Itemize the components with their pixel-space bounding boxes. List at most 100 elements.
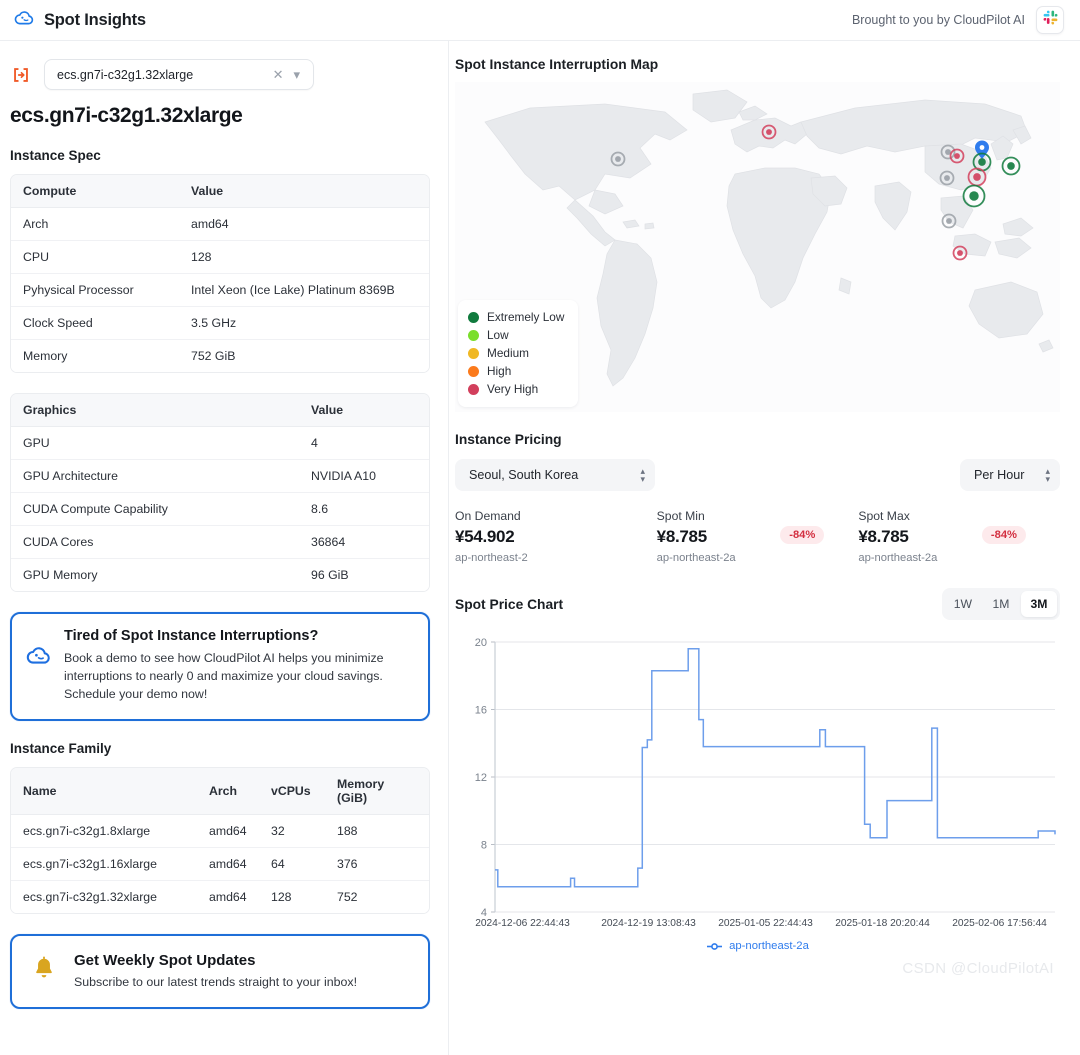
- table-row: GPU 4: [11, 427, 429, 460]
- col-graphics: Graphics: [11, 394, 299, 427]
- price-zone: ap-northeast-2: [455, 552, 528, 564]
- slack-button[interactable]: [1036, 6, 1064, 34]
- region-select-value: Seoul, South Korea: [469, 468, 579, 482]
- unit-select-value: Per Hour: [974, 468, 1025, 482]
- instance-spec-heading: Instance Spec: [10, 148, 101, 163]
- family-memory: 752: [325, 880, 429, 913]
- spec-key: Pyhysical Processor: [11, 274, 179, 307]
- chart-ytick-label: 8: [481, 840, 487, 852]
- brought-by-label: Brought to you by CloudPilot AI: [851, 13, 1025, 27]
- app-title: Spot Insights: [44, 10, 146, 29]
- spec-key: Memory: [11, 340, 179, 372]
- book-demo-banner[interactable]: Tired of Spot Instance Interruptions? Bo…: [10, 612, 430, 721]
- gfx-key: GPU Architecture: [11, 460, 299, 493]
- family-name-link[interactable]: ecs.gn7i-c32g1.8xlarge: [11, 814, 197, 848]
- family-memory: 376: [325, 847, 429, 881]
- gfx-key: CUDA Cores: [11, 526, 299, 559]
- spec-value: amd64: [179, 208, 429, 241]
- family-name-link[interactable]: ecs.gn7i-c32g1.32xlarge: [11, 880, 197, 913]
- map-marker-eu-central[interactable]: [766, 129, 772, 135]
- range-1w[interactable]: 1W: [945, 591, 981, 617]
- legend-item: Extremely Low: [468, 308, 564, 326]
- left-panel: ecs.gn7i-c32g1.32xlarge ✕ ▾ ecs.gn7i-c32…: [0, 41, 449, 1055]
- instance-family-heading: Instance Family: [10, 740, 112, 756]
- book-demo-title: Tired of Spot Instance Interruptions?: [64, 628, 319, 644]
- gfx-value: 36864: [299, 526, 429, 559]
- instance-type-combobox[interactable]: ecs.gn7i-c32g1.32xlarge ✕ ▾: [44, 59, 314, 90]
- price-label: Spot Max: [858, 509, 910, 523]
- xtick-label: 2025-01-05 22:44:43: [718, 918, 813, 929]
- legend-item: Very High: [468, 380, 564, 398]
- col-memory: Memory (GiB): [325, 767, 429, 815]
- spec-value: 3.5 GHz: [179, 307, 429, 340]
- chevron-down-icon[interactable]: ▾: [288, 67, 305, 83]
- slack-icon: [1043, 10, 1058, 30]
- range-3m[interactable]: 3M: [1021, 591, 1057, 617]
- map-marker-ap-south-gray[interactable]: [946, 218, 952, 224]
- map-marker-ap-southeast-1[interactable]: [957, 250, 963, 256]
- family-name-link[interactable]: ecs.gn7i-c32g1.16xlarge: [11, 847, 197, 881]
- price-cell-spot-min: Spot Min ¥8.785 ap-northeast-2a -84%: [657, 509, 859, 564]
- table-row: Arch amd64: [11, 208, 429, 241]
- map-marker-us-east[interactable]: [615, 156, 621, 162]
- discount-badge: -84%: [981, 526, 1027, 544]
- legend-label: Extremely Low: [487, 310, 565, 324]
- col-value: Value: [179, 175, 429, 208]
- table-row: CUDA Cores 36864: [11, 526, 429, 559]
- spot-price-chart[interactable]: 4 8 12 16 20 2024-12-06 22:44:43 2024-12-19 …: [455, 632, 1060, 977]
- interruption-map[interactable]: Extremely Low Low Medium High Very High: [455, 82, 1060, 412]
- map-marker-cn-central-gray[interactable]: [944, 175, 950, 181]
- watermark: CSDN @CloudPilotAI: [902, 960, 1054, 977]
- price-cell-spot-max: Spot Max ¥8.785 ap-northeast-2a -84%: [858, 509, 1060, 564]
- col-compute: Compute: [11, 175, 179, 208]
- code-brackets-icon: [10, 64, 32, 86]
- table-header-row: Name Arch vCPUs Memory (GiB): [11, 767, 429, 815]
- gfx-key: GPU Memory: [11, 559, 299, 591]
- map-marker-ap-northeast-1[interactable]: [1007, 162, 1015, 170]
- col-name: Name: [11, 767, 197, 815]
- unit-select[interactable]: Per Hour ▴ ▾: [960, 459, 1060, 491]
- price-zone: ap-northeast-2a: [858, 552, 938, 564]
- map-marker-ap-southeast-green[interactable]: [969, 191, 979, 201]
- table-row: ecs.gn7i-c32g1.8xlarge amd64 32 188: [11, 814, 429, 848]
- chart-legend-label: ap-northeast-2a: [729, 940, 809, 952]
- newsletter-body: Subscribe to our latest trends straight …: [74, 974, 358, 989]
- right-panel: Spot Instance Interruption Map Extremely…: [449, 41, 1080, 1055]
- chart-xaxis-labels: 2024-12-06 22:44:43 2024-12-19 13:08:43 …: [455, 918, 1060, 929]
- range-1m[interactable]: 1M: [983, 591, 1019, 617]
- chart-line-ap-northeast-2a: [495, 648, 1056, 888]
- legend-label: Low: [487, 328, 509, 342]
- legend-dot-medium: [468, 347, 479, 359]
- newsletter-title: Get Weekly Spot Updates: [74, 951, 256, 969]
- map-marker-ap-northeast-2a[interactable]: [978, 158, 986, 166]
- cloudpilot-cloud-icon: [26, 642, 52, 673]
- header-right: Brought to you by CloudPilot AI: [852, 6, 1064, 34]
- xtick-label: 2025-01-18 20:20:44: [835, 918, 930, 929]
- legend-item: Medium: [468, 344, 564, 362]
- legend-label: High: [487, 364, 512, 378]
- map-marker-cn-east-red[interactable]: [973, 173, 981, 181]
- price-cell-on-demand: On Demand ¥54.902 ap-northeast-2: [455, 509, 657, 564]
- price-label: Spot Min: [656, 509, 705, 523]
- chart-ytick-label: 20: [475, 637, 487, 649]
- spec-value: 752 GiB: [179, 340, 429, 372]
- instance-family-table: Name Arch vCPUs Memory (GiB) ecs.gn7i-c3…: [10, 766, 430, 914]
- map-marker-cn-north-red[interactable]: [954, 153, 960, 159]
- spec-key: Arch: [11, 208, 179, 241]
- table-row: Memory 752 GiB: [11, 340, 429, 372]
- table-row: Clock Speed 3.5 GHz: [11, 307, 429, 340]
- close-icon[interactable]: ✕: [268, 67, 289, 83]
- newsletter-banner[interactable]: Get Weekly Spot Updates Subscribe to our…: [10, 933, 430, 1009]
- price-label: On Demand: [455, 509, 521, 523]
- newsletter-text: Get Weekly Spot Updates Subscribe to our…: [74, 952, 357, 991]
- legend-label: Very High: [487, 382, 539, 396]
- instance-spec-table: Compute Value Arch amd64 CPU 128 Pyhysic…: [10, 174, 430, 373]
- gfx-value: 96 GiB: [299, 559, 429, 591]
- cloudpilot-cloud-icon: [14, 7, 35, 33]
- map-heading: Spot Instance Interruption Map: [455, 57, 659, 72]
- gfx-value: 4: [299, 427, 429, 460]
- legend-dot-low: [468, 329, 479, 341]
- chart-legend[interactable]: ap-northeast-2a: [455, 940, 1060, 952]
- region-select[interactable]: Seoul, South Korea ▴ ▾: [455, 459, 655, 491]
- xtick-label: 2025-02-06 17:56:44: [952, 918, 1047, 929]
